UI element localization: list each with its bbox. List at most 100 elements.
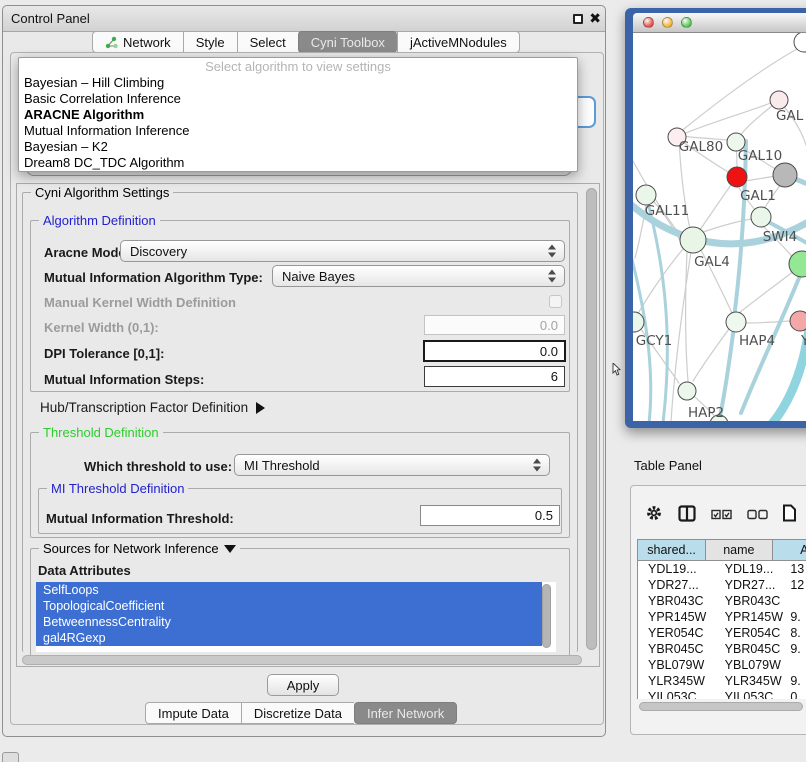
network-edge [745, 176, 775, 181]
algorithm-popup-list: Bayesian – Hill ClimbingBasic Correlatio… [19, 75, 577, 171]
column-header-shared[interactable]: shared... [637, 539, 706, 561]
table-cell [784, 657, 806, 673]
settings-vertical-scrollbar[interactable] [586, 188, 597, 650]
attribute-row-gal4rgexp[interactable]: gal4RGexp [36, 630, 542, 646]
tab-label: Impute Data [158, 706, 229, 721]
restore-window-icon[interactable] [573, 14, 583, 24]
algorithm-option-bayesian-hill-climbing[interactable]: Bayesian – Hill Climbing [19, 75, 577, 91]
node-label-hap4: HAP4 [739, 333, 775, 349]
control-panel-titlebar: Control Panel ✖ [3, 6, 605, 32]
table-cell: 12 [784, 577, 806, 593]
table-cell: 13 [784, 561, 806, 577]
table-cell: YBR043C [638, 593, 713, 609]
deselect-columns-icon[interactable] [747, 507, 768, 525]
settings-horizontal-scrollbar[interactable] [22, 655, 582, 665]
algorithm-option-bayesian-k2[interactable]: Bayesian – K2 [19, 139, 577, 155]
table-row[interactable]: YPR145WYPR145W9. [638, 609, 806, 625]
algorithm-popup-prompt: Select algorithm to view settings [19, 59, 577, 75]
split-columns-icon[interactable] [678, 505, 696, 527]
node-label-gal: GAL [776, 108, 804, 124]
minimize-button[interactable] [662, 17, 673, 28]
tab-cyni-toolbox[interactable]: Cyni Toolbox [298, 31, 397, 53]
network-node-gal-pink[interactable] [770, 91, 788, 109]
column-header-name[interactable]: name [706, 539, 772, 561]
table-row[interactable]: YDL19...YDL19...13 [638, 561, 806, 577]
tab-network[interactable]: Network [92, 31, 183, 53]
network-node-gal11[interactable] [636, 185, 656, 205]
which-threshold-combo[interactable]: MI Threshold [234, 454, 550, 476]
attribute-row-selfloops[interactable]: SelfLoops [36, 582, 542, 598]
tab-label: Discretize Data [254, 706, 342, 721]
table-row[interactable]: YIL053CYIL053C0. [638, 689, 806, 699]
algorithm-dropdown-popup: Select algorithm to view settings Bayesi… [18, 57, 578, 172]
mi-type-combo[interactable]: Naive Bayes [272, 265, 565, 287]
tab-style[interactable]: Style [183, 31, 237, 53]
network-edge [720, 326, 734, 417]
table-cell: 8. [784, 625, 806, 641]
network-graph-icon [105, 36, 118, 49]
table-row[interactable]: YBR043CYBR043C [638, 593, 806, 609]
network-edge [699, 185, 731, 231]
apply-button[interactable]: Apply [267, 674, 339, 696]
node-label-y: Y [800, 333, 806, 349]
hub-definition-toggle[interactable]: Hub/Transcription Factor Definition [40, 400, 265, 415]
table-cell: YER054C [713, 625, 785, 641]
network-node-red-node[interactable] [727, 167, 747, 187]
mi-steps-field[interactable]: 6 [424, 366, 565, 387]
close-window-icon[interactable]: ✖ [589, 10, 601, 27]
sources-group-toggle[interactable]: Sources for Network Inference [39, 541, 240, 556]
network-node-gray-node[interactable] [773, 163, 797, 187]
tab-jactivemnodules[interactable]: jActiveMNodules [397, 31, 520, 53]
network-node-y-pink[interactable] [790, 311, 806, 331]
tab-label: Style [196, 35, 225, 50]
table-row[interactable]: YDR27...YDR27...12 [638, 577, 806, 593]
corner-button-fragment[interactable] [2, 752, 19, 762]
table-row[interactable]: YER054CYER054C8. [638, 625, 806, 641]
attribute-row-betweennesscentrality[interactable]: BetweennessCentrality [36, 614, 542, 630]
network-node-hap2[interactable] [678, 382, 696, 400]
manual-kernel-checkbox[interactable] [549, 295, 562, 308]
column-header-a[interactable]: A [773, 539, 806, 561]
control-panel-title: Control Panel [3, 11, 90, 26]
tab-impute-data[interactable]: Impute Data [145, 702, 241, 724]
network-node-gal1[interactable] [751, 207, 771, 227]
network-view-canvas[interactable]: GALGAL80GAL10GAL11GAL1SWI4GAL4GCY1HAP4YH… [633, 33, 806, 421]
table-panel: shared...nameA YDL19...YDL19...13YDR27..… [630, 485, 806, 735]
tab-discretize-data[interactable]: Discretize Data [241, 702, 354, 724]
node-label-gal80: GAL80 [679, 139, 723, 155]
settings-gear-icon[interactable] [645, 504, 663, 527]
tab-infer-network[interactable]: Infer Network [354, 702, 457, 724]
table-row[interactable]: YLR345WYLR345W9. [638, 673, 806, 689]
cyni-algorithm-settings-title: Cyni Algorithm Settings [31, 185, 173, 200]
table-horizontal-scrollbar[interactable] [639, 702, 803, 711]
table-cell: YBR045C [713, 641, 785, 657]
table-cell: YDL19... [638, 561, 713, 577]
network-node-gal4[interactable] [680, 227, 706, 253]
algorithm-option-mutual-information-inference[interactable]: Mutual Information Inference [19, 123, 577, 139]
attributes-list-scrollbar[interactable] [542, 584, 551, 648]
aracne-mode-combo[interactable]: Discovery [120, 240, 565, 262]
which-threshold-value: MI Threshold [244, 458, 320, 473]
table-cell: 9. [784, 609, 806, 625]
table-row[interactable]: YBL079WYBL079W [638, 657, 806, 673]
dpi-tolerance-field[interactable]: 0.0 [423, 340, 566, 362]
table-cell: 9. [784, 641, 806, 657]
algorithm-option-basic-correlation-inference[interactable]: Basic Correlation Inference [19, 91, 577, 107]
algorithm-option-aracne-algorithm[interactable]: ARACNE Algorithm [19, 107, 577, 123]
network-canvas-svg: GALGAL80GAL10GAL11GAL1SWI4GAL4GCY1HAP4YH… [633, 33, 806, 421]
collapsed-arrow-icon [256, 402, 265, 414]
close-button[interactable] [643, 17, 654, 28]
algorithm-option-dream8-dc-tdc-algorithm[interactable]: Dream8 DC_TDC Algorithm [19, 155, 577, 171]
select-columns-icon[interactable] [711, 507, 732, 525]
table-row[interactable]: YBR045CYBR045C9. [638, 641, 806, 657]
network-node-hap4[interactable] [726, 312, 746, 332]
table-cell: YPR145W [638, 609, 713, 625]
document-icon[interactable] [783, 504, 797, 527]
attribute-row-topologicalcoefficient[interactable]: TopologicalCoefficient [36, 598, 542, 614]
zoom-button[interactable] [681, 17, 692, 28]
mi-type-label: Mutual Information Algorithm Type: [44, 270, 263, 285]
kernel-width-field[interactable]: 0.0 [424, 315, 565, 335]
network-edge [693, 329, 729, 381]
tab-select[interactable]: Select [237, 31, 298, 53]
mi-threshold-field[interactable]: 0.5 [420, 505, 560, 526]
